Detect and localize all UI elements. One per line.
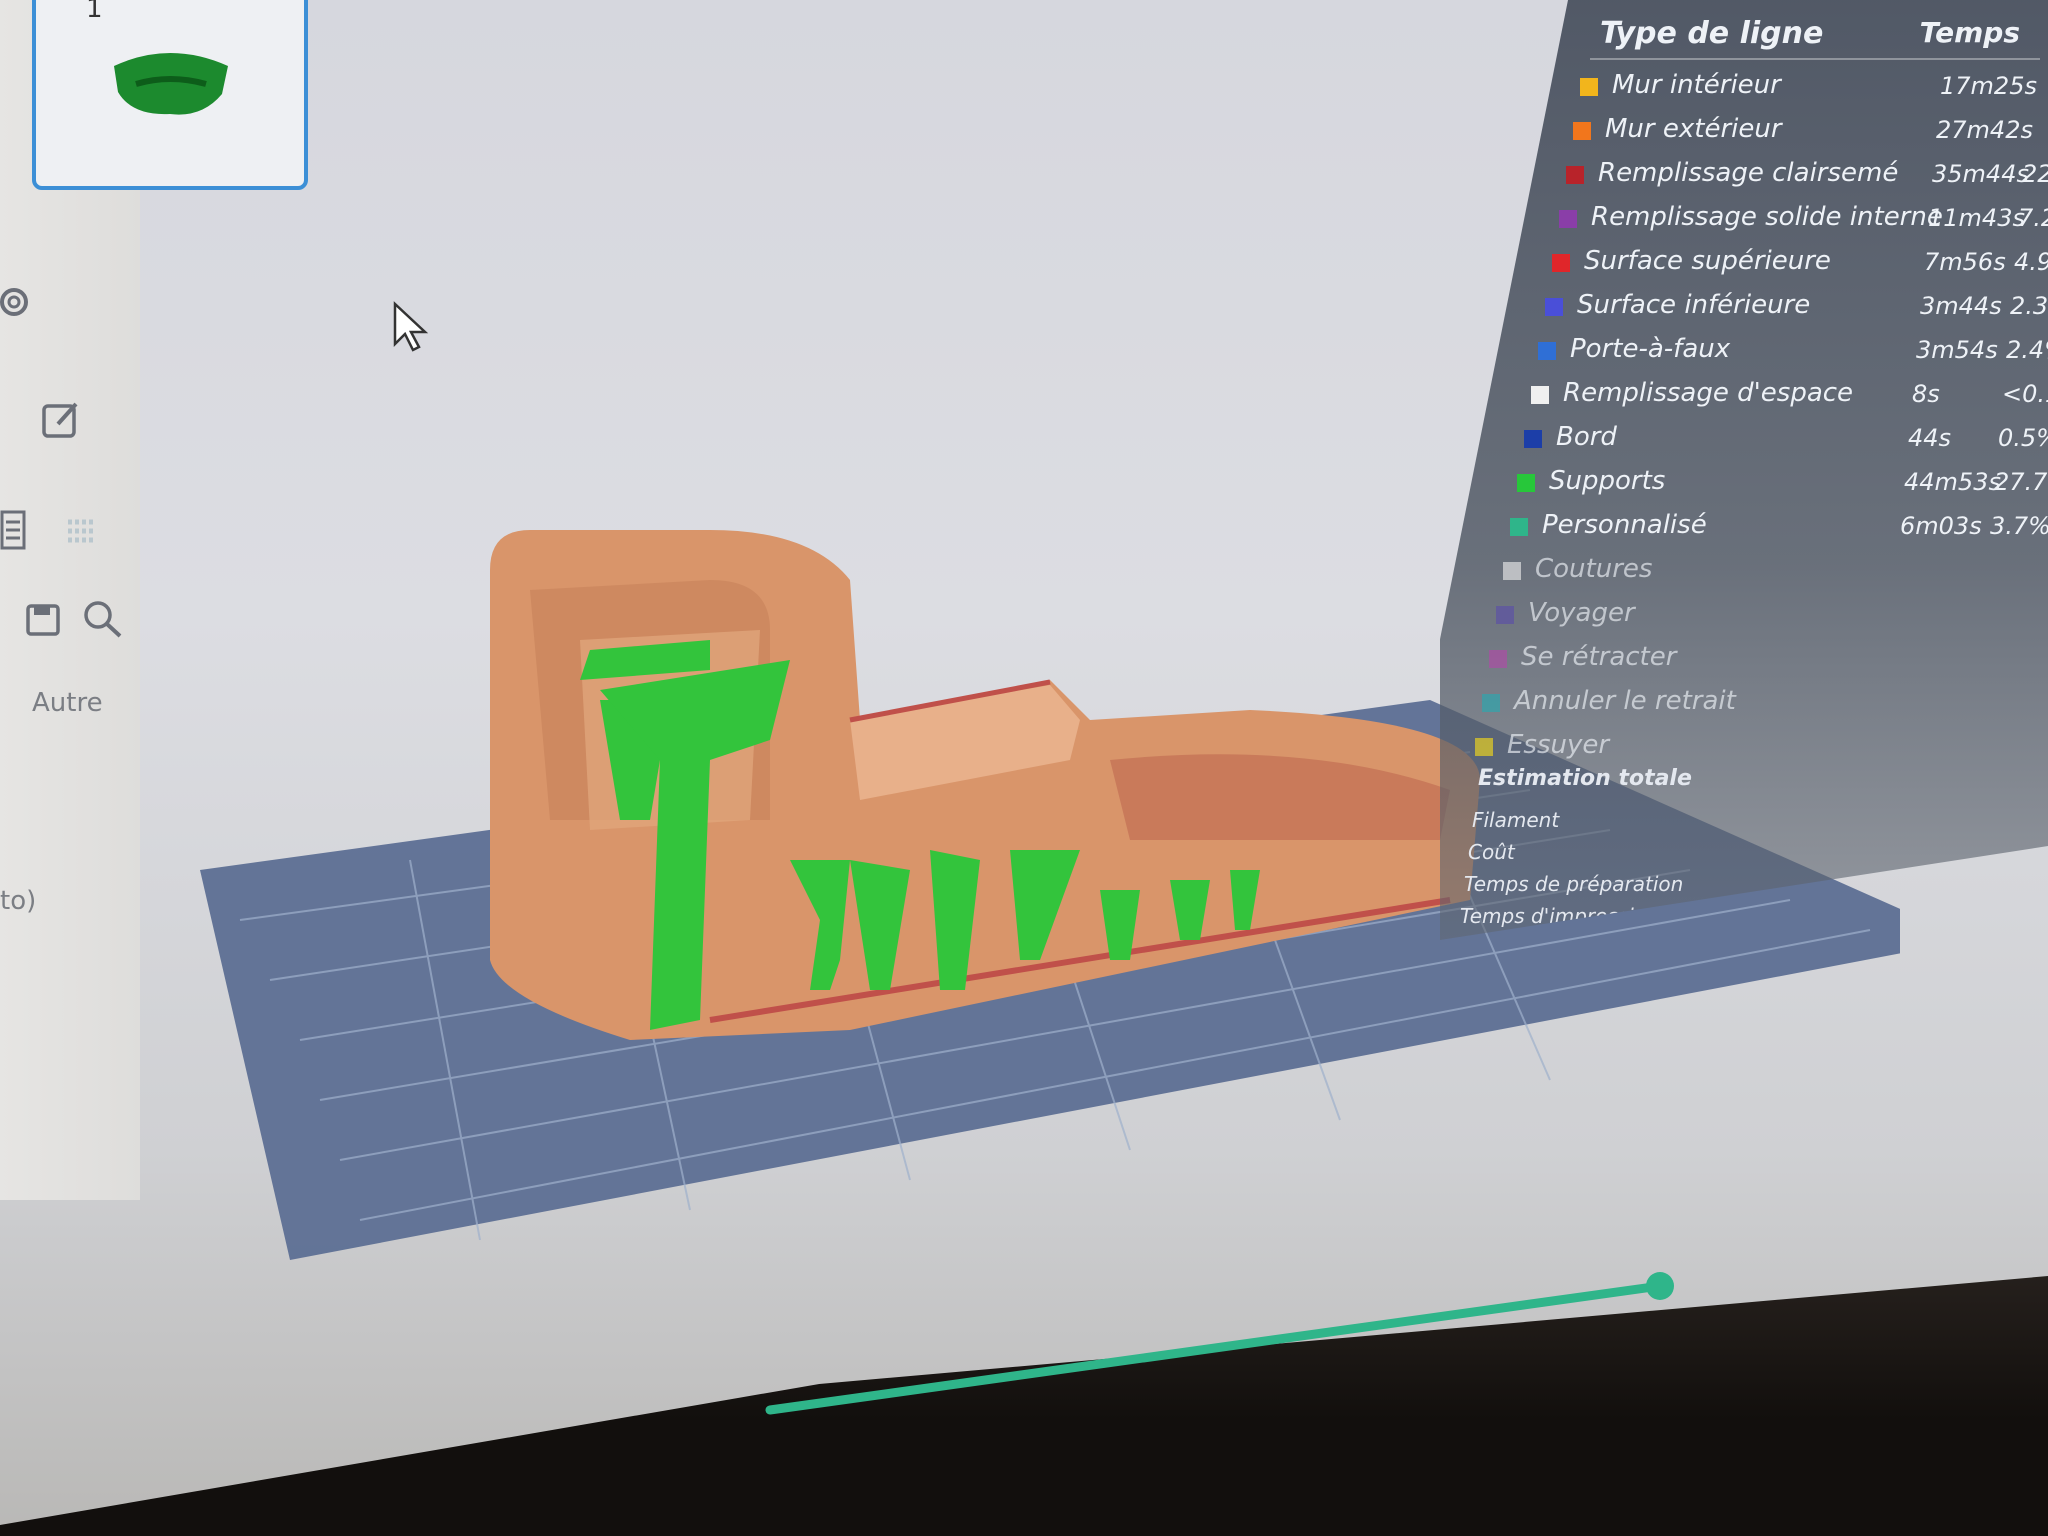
legend-row-label: Remplissage solide interne — [1591, 202, 1943, 232]
model-thumbnail — [114, 53, 228, 115]
summary-item: Coût — [1468, 840, 1515, 864]
legend-row-label: Annuler le retrait — [1514, 686, 1736, 716]
legend-row-percent: 4.9% — [2014, 248, 2048, 276]
legend-swatch — [1573, 122, 1591, 140]
legend-row[interactable]: Mur extérieur 27m42s — [1573, 114, 2040, 154]
legend-row-label: Personnalisé — [1542, 510, 1707, 540]
legend-row[interactable]: Essuyer — [1475, 730, 2040, 770]
legend-row-label: Supports — [1549, 466, 1666, 496]
search-icon[interactable] — [80, 598, 126, 640]
legend-row-percent: 2.3% — [2010, 292, 2048, 320]
legend-row[interactable]: Surface inférieure 3m44s 2.3% — [1545, 290, 2048, 330]
legend-row[interactable]: Coutures — [1503, 554, 2040, 594]
legend-swatch — [1531, 386, 1549, 404]
legend-row-time: 7m56s — [1924, 248, 2006, 276]
legend-swatch — [1559, 210, 1577, 228]
legend-row-time: 44m53s — [1904, 468, 2001, 496]
legend-row-time: 8s — [1912, 380, 1940, 408]
legend-swatch — [1517, 474, 1535, 492]
legend-row[interactable]: Supports 44m53s27.7% — [1517, 466, 2048, 506]
legend-row-label: Mur extérieur — [1605, 114, 1782, 144]
legend-row-label: Surface inférieure — [1577, 290, 1811, 320]
plate-number: 1 — [86, 0, 103, 24]
legend-swatch — [1503, 562, 1521, 580]
plate-thumbnail[interactable]: 1 — [32, 0, 308, 190]
other-label: Autre — [32, 688, 103, 718]
layer-slider-handle — [1646, 1272, 1674, 1300]
legend-row-label: Mur intérieur — [1612, 70, 1781, 100]
legend-row-time: 3m54s — [1916, 336, 1998, 364]
legend-row-label: Porte-à-faux — [1570, 334, 1731, 364]
legend-swatch — [1489, 650, 1507, 668]
legend-swatch — [1538, 342, 1556, 360]
legend-row-label: Remplissage clairsemé — [1598, 158, 1899, 188]
legend-row-time: 3m44s — [1920, 292, 2002, 320]
legend-swatch — [1524, 430, 1542, 448]
legend-row-time: 35m44s — [1932, 160, 2029, 188]
cursor-icon — [393, 301, 429, 352]
legend-row-label: Essuyer — [1507, 730, 1610, 760]
legend-row-time: 17m25s — [1940, 72, 2037, 100]
legend-row[interactable]: Porte-à-faux 3m54s 2.4% — [1538, 334, 2048, 374]
legend-row-percent: 0.5% — [1998, 424, 2048, 452]
legend-row[interactable]: Voyager — [1496, 598, 2040, 638]
list-icon[interactable] — [0, 510, 30, 552]
legend-swatch — [1545, 298, 1563, 316]
legend-header-time: Temps — [1919, 16, 2020, 49]
legend-row[interactable]: Surface supérieure 7m56s 4.9% — [1552, 246, 2048, 286]
summary-item: Temps de préparation — [1464, 872, 1684, 896]
legend-row-percent: 27.7% — [1994, 468, 2048, 496]
legend-row-time: 44s — [1908, 424, 1952, 452]
legend-row[interactable]: Bord 44s 0.5% — [1524, 422, 2048, 462]
legend-row-label: Voyager — [1528, 598, 1635, 628]
legend-row[interactable]: Remplissage solide interne11m43s7.2 — [1559, 202, 2048, 242]
summary-item: Filament — [1472, 808, 1560, 832]
save-icon[interactable] — [24, 602, 64, 638]
legend-swatch — [1510, 518, 1528, 536]
layers-icon[interactable] — [64, 516, 100, 546]
legend-row[interactable]: Remplissage d'espace 8s <0.1% — [1531, 378, 2048, 418]
legend-row-time: 6m03s — [1900, 512, 1982, 540]
legend-header: Type de ligne Temps — [1590, 10, 2040, 60]
legend-row-percent: 2.4% — [2006, 336, 2048, 364]
legend-row-percent: 7.2 — [2018, 204, 2048, 232]
legend-swatch — [1496, 606, 1514, 624]
legend-row-percent: <0.1% — [2002, 380, 2048, 408]
legend-row[interactable]: Se rétracter — [1489, 642, 2040, 682]
legend-row[interactable]: Annuler le retrait — [1482, 686, 2040, 726]
legend-row[interactable]: Remplissage clairsemé 35m44s22 — [1566, 158, 2048, 198]
legend-row-label: Coutures — [1535, 554, 1653, 584]
legend-header-type: Type de ligne — [1600, 16, 1824, 51]
legend-row-label: Bord — [1556, 422, 1617, 452]
legend-row[interactable]: Mur intérieur 17m25s — [1580, 70, 2040, 110]
legend-row-label: Remplissage d'espace — [1563, 378, 1854, 408]
layer-slider[interactable] — [760, 1270, 1680, 1430]
legend-swatch — [1475, 738, 1493, 756]
legend-row-time: 11m43s — [1928, 204, 2025, 232]
legend-swatch — [1552, 254, 1570, 272]
legend-row-percent: 22 — [2022, 160, 2048, 188]
legend-row-label: Surface supérieure — [1584, 246, 1831, 276]
legend-row-label: Se rétracter — [1521, 642, 1677, 672]
legend-swatch — [1566, 166, 1584, 184]
gear-icon[interactable] — [0, 282, 36, 322]
legend-swatch — [1580, 78, 1598, 96]
legend-row-percent: 3.7% — [1990, 512, 2048, 540]
legend-row-time: 27m42s — [1936, 116, 2033, 144]
partial-label: to) — [0, 886, 37, 916]
edit-icon[interactable] — [40, 398, 84, 442]
summary-title: Estimation totale — [1478, 766, 1692, 791]
legend-row[interactable]: Personnalisé 6m03s 3.7% — [1510, 510, 2048, 550]
legend-swatch — [1482, 694, 1500, 712]
